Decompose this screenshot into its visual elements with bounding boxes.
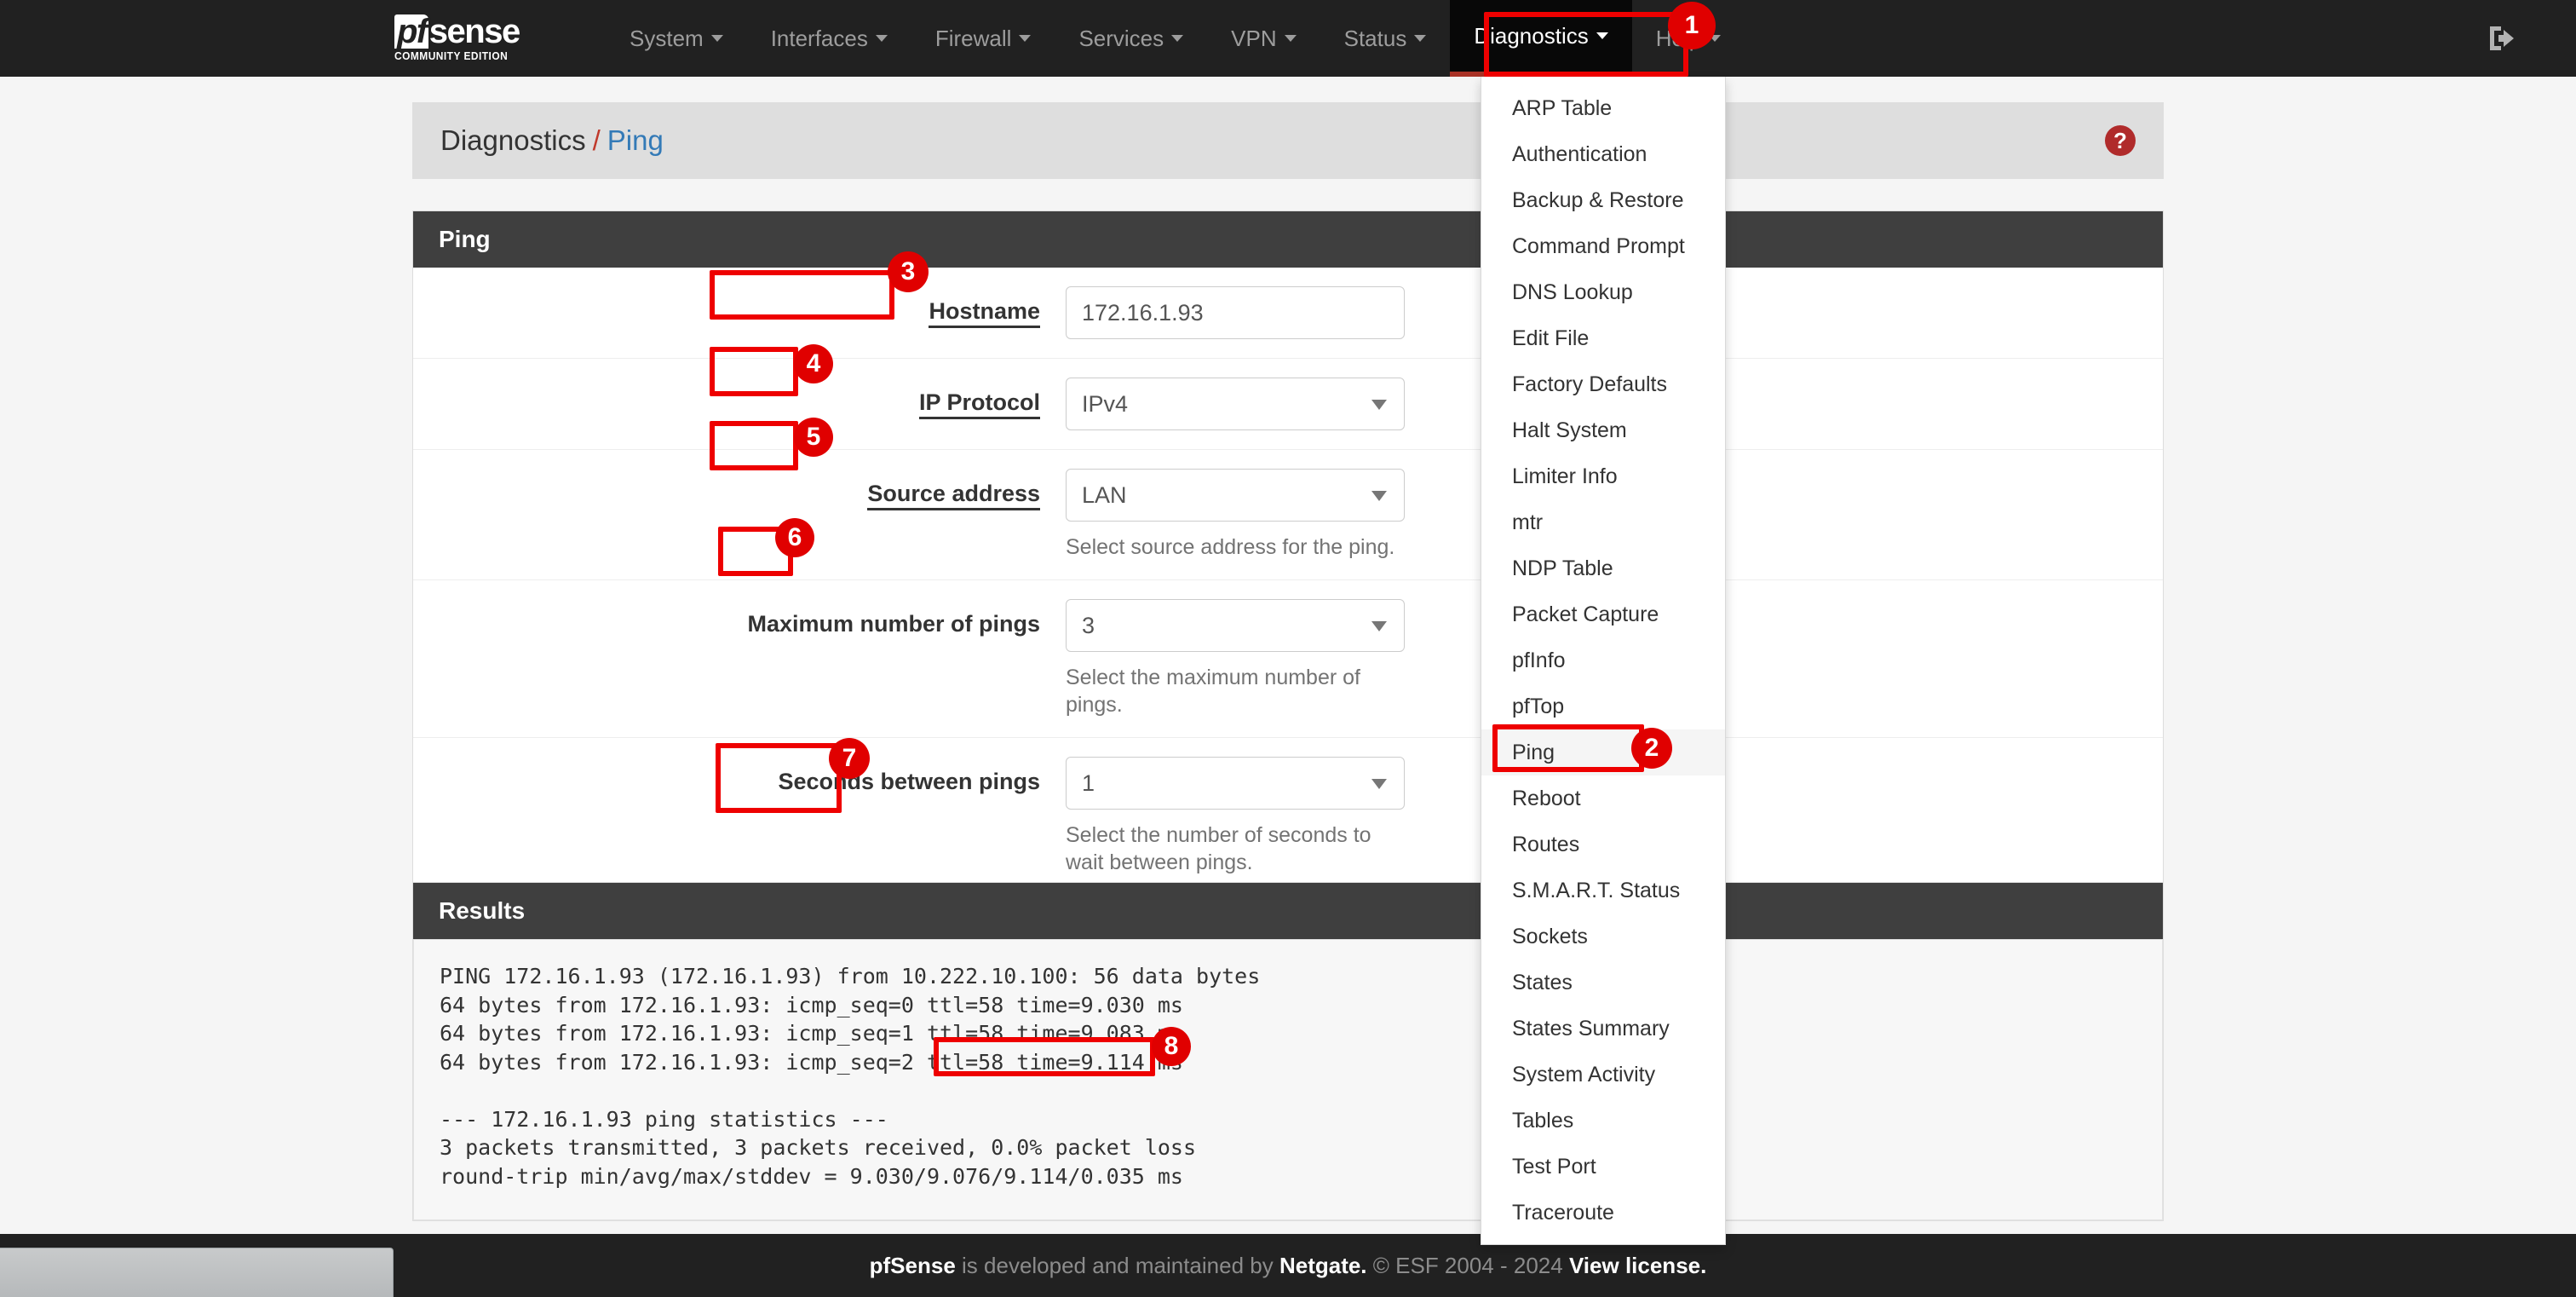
dropdown-item-smart-status[interactable]: S.M.A.R.T. Status [1481,868,1725,914]
ping-panel-title: Ping [413,211,2163,268]
brand-subtitle: COMMUNITY EDITION [394,49,509,62]
max-pings-label: Maximum number of pings [747,611,1040,637]
form-row-source-address: Source address LAN Select source address… [413,450,2163,580]
ip-protocol-label-text: IP Protocol [918,389,1040,419]
source-address-label-text: Source address [867,481,1040,510]
hostname-input[interactable]: 172.16.1.93 [1066,286,1405,339]
source-address-select[interactable]: LAN [1066,469,1405,522]
dropdown-item-command-prompt[interactable]: Command Prompt [1481,223,1725,269]
nav-label-status: Status [1343,25,1407,51]
nav-item-firewall[interactable]: Firewall [911,0,1055,77]
dropdown-item-reboot[interactable]: Reboot [1481,775,1725,821]
ping-results-output: PING 172.16.1.93 (172.16.1.93) from 10.2… [413,939,2163,1220]
brand-wordmark: pfsense [394,14,561,49]
nav-item-status[interactable]: Status [1320,0,1451,77]
chevron-down-icon [1414,35,1427,42]
dropdown-item-ping[interactable]: Ping [1481,729,1725,775]
nav-label-diagnostics: Diagnostics [1474,22,1589,49]
dropdown-item-traceroute[interactable]: Traceroute [1481,1190,1725,1236]
dropdown-item-tables[interactable]: Tables [1481,1098,1725,1144]
chevron-down-icon [1284,35,1297,42]
seconds-between-label: Seconds between pings [778,769,1040,794]
dropdown-item-factory-defaults[interactable]: Factory Defaults [1481,361,1725,407]
nav-label-services: Services [1078,25,1164,51]
help-icon[interactable]: ? [2105,125,2136,156]
dropdown-item-halt-system[interactable]: Halt System [1481,407,1725,453]
form-row-hostname: Hostname 172.16.1.93 [413,268,2163,359]
nav-label-help: Help [1655,25,1702,51]
form-row-ip-protocol: IP Protocol IPv4 [413,359,2163,450]
footer-license-link[interactable]: View license. [1569,1253,1706,1278]
top-navbar: pfsense COMMUNITY EDITION System Interfa… [0,0,2576,77]
dropdown-item-pftop[interactable]: pfTop [1481,683,1725,729]
chevron-down-icon [1709,35,1722,42]
chevron-down-icon [1596,32,1608,39]
sign-out-icon [2490,26,2514,50]
dropdown-item-limiter-info[interactable]: Limiter Info [1481,453,1725,499]
dropdown-item-sockets[interactable]: Sockets [1481,914,1725,960]
chevron-down-icon [875,35,888,42]
max-pings-help: Select the maximum number of pings. [1066,666,1360,717]
breadcrumb-root: Diagnostics [440,124,586,156]
page-content: Diagnostics / Ping ? Ping Hostname 172.1… [0,77,2576,1234]
breadcrumb-current[interactable]: Ping [607,124,664,157]
nav-label-vpn: VPN [1231,25,1277,51]
dropdown-item-test-port[interactable]: Test Port [1481,1144,1725,1190]
dropdown-item-system-activity[interactable]: System Activity [1481,1052,1725,1098]
dropdown-item-dns-lookup[interactable]: DNS Lookup [1481,269,1725,315]
max-pings-select[interactable]: 3 [1066,599,1405,652]
nav-item-system[interactable]: System [606,0,747,77]
chevron-down-icon [1171,35,1184,42]
dropdown-item-arp-table[interactable]: ARP Table [1481,85,1725,131]
chevron-down-icon [710,35,723,42]
ip-protocol-label: IP Protocol [413,378,1066,419]
nav-items: System Interfaces Firewall Services VPN … [606,0,1745,77]
form-row-max-pings: Maximum number of pings 3 Select the max… [413,580,2163,738]
footer-brand: pfSense [869,1252,956,1278]
logout-button[interactable] [2484,19,2523,58]
dropdown-item-ndp-table[interactable]: NDP Table [1481,545,1725,591]
seconds-between-help: Select the number of seconds to wait bet… [1066,823,1371,874]
brand-pf: pf [394,14,428,49]
breadcrumb-separator: / [592,124,601,156]
nav-item-services[interactable]: Services [1055,0,1207,77]
footer-copyright: © ESF 2004 - 2024 [1366,1252,1569,1278]
form-row-seconds-between: Seconds between pings 1 Select the numbe… [413,738,2163,896]
nav-item-interfaces[interactable]: Interfaces [747,0,911,77]
nav-label-firewall: Firewall [934,25,1012,51]
seconds-between-select[interactable]: 1 [1066,757,1405,810]
dropdown-item-pfinfo[interactable]: pfInfo [1481,637,1725,683]
nav-item-help[interactable]: Help [1632,0,1745,77]
dropdown-item-edit-file[interactable]: Edit File [1481,315,1725,361]
source-address-help: Select source address for the ping. [1066,535,1395,559]
breadcrumb: Diagnostics / Ping ? [412,102,2164,179]
pfsense-ping-page: pfsense COMMUNITY EDITION System Interfa… [0,0,2576,1297]
nav-item-diagnostics[interactable]: Diagnostics [1450,0,1632,77]
hostname-label-text: Hostname [929,298,1040,328]
browser-download-shelf[interactable] [0,1248,394,1297]
nav-item-vpn[interactable]: VPN [1207,0,1320,77]
hostname-label: Hostname [413,286,1066,328]
diagnostics-dropdown-menu: ARP Table Authentication Backup & Restor… [1481,77,1726,1245]
nav-label-interfaces: Interfaces [770,25,868,51]
dropdown-item-states-summary[interactable]: States Summary [1481,1006,1725,1052]
footer-text-mid: is developed and maintained by [955,1252,1279,1278]
source-address-label: Source address [413,469,1066,510]
ip-protocol-select[interactable]: IPv4 [1066,378,1405,430]
results-panel-title: Results [413,883,2163,939]
dropdown-item-authentication[interactable]: Authentication [1481,131,1725,177]
dropdown-item-mtr[interactable]: mtr [1481,499,1725,545]
brand-sense: sense [428,13,520,50]
dropdown-item-packet-capture[interactable]: Packet Capture [1481,591,1725,637]
dropdown-item-states[interactable]: States [1481,960,1725,1006]
footer-maintainer: Netgate. [1279,1252,1367,1278]
dropdown-item-routes[interactable]: Routes [1481,821,1725,868]
chevron-down-icon [1019,35,1032,42]
pfsense-logo[interactable]: pfsense COMMUNITY EDITION [394,12,561,65]
dropdown-item-backup-restore[interactable]: Backup & Restore [1481,177,1725,223]
nav-label-system: System [630,25,704,51]
results-panel: Results PING 172.16.1.93 (172.16.1.93) f… [412,882,2164,1221]
